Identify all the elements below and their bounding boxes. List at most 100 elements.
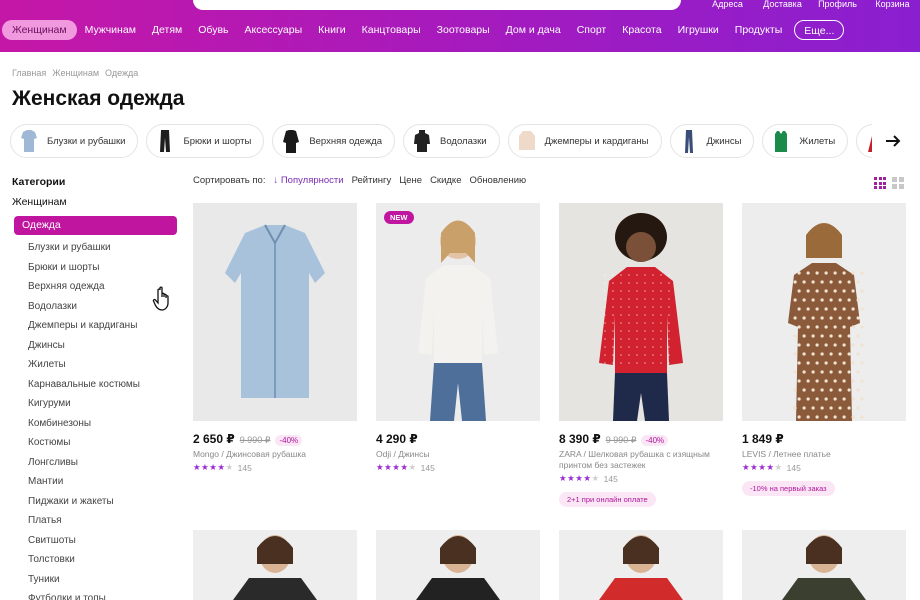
sort-option-price[interactable]: Цене — [399, 175, 422, 186]
sidebar-item[interactable]: Футболки и топы — [12, 589, 182, 600]
sidebar-item[interactable]: Карнавальные костюмы — [12, 375, 182, 395]
review-count: 145 — [420, 462, 435, 473]
product-photo-icon — [418, 220, 498, 421]
top-link-profile[interactable]: Профиль — [810, 0, 865, 9]
sidebar-item[interactable]: Джинсы — [12, 336, 182, 356]
sidebar-item[interactable]: Джемперы и кардиганы — [12, 316, 182, 336]
category-chip[interactable]: Джемперы и кардиганы — [507, 124, 662, 158]
rating-stars-icon: ★★★★★ — [742, 462, 783, 472]
promo-badge: -10% на первый заказ — [742, 481, 835, 496]
sidebar-item[interactable]: Жилеты — [12, 355, 182, 375]
nav-item[interactable]: Игрушки — [670, 20, 727, 40]
product-card[interactable]: 8 390 ₽ 9 990 ₽ -40% ZARA / Шелковая рубашк… — [559, 203, 723, 507]
product-photo-icon — [225, 224, 325, 398]
product-name[interactable]: ZARA / Шелковая рубашка с изящным принто… — [559, 449, 723, 471]
sort-option-rating[interactable]: Рейтингу — [352, 175, 392, 186]
category-chip[interactable]: Джинсы — [669, 124, 755, 158]
view-toggle — [874, 177, 904, 189]
chip-thumbnail-icon — [518, 131, 535, 150]
nav-item[interactable]: Зоотовары — [429, 20, 498, 40]
price-row: 8 390 ₽ 9 990 ₽ -40% — [559, 432, 723, 446]
nav-item[interactable]: Книги — [310, 20, 353, 40]
sidebar-item[interactable]: Блузки и рубашки — [12, 238, 182, 258]
product-image[interactable] — [193, 203, 357, 421]
chip-thumbnail-icon — [684, 130, 693, 153]
sidebar-item[interactable]: Мантии — [12, 472, 182, 492]
category-chip[interactable]: Брюки и шорты — [146, 124, 265, 158]
nav-item[interactable]: Аксессуары — [237, 20, 311, 40]
product-image[interactable] — [559, 203, 723, 421]
sidebar: Категории Женщинам Одежда Блузки и рубаш… — [12, 176, 182, 600]
review-count: 145 — [603, 473, 618, 484]
product-photo-icon — [782, 535, 866, 600]
top-link-addresses[interactable]: Адреса — [700, 0, 755, 9]
sidebar-item[interactable]: Пиджаки и жакеты — [12, 492, 182, 512]
nav-item[interactable]: Дом и дача — [498, 20, 569, 40]
product-card[interactable]: NEW 4 290 ₽ Odji / Джинсы ★★★★★ 145 — [376, 203, 540, 473]
chips-next-arrow-icon[interactable] — [872, 124, 914, 158]
sort-option-update[interactable]: Обновлению — [469, 175, 526, 186]
breadcrumb-item[interactable]: Одежда — [105, 68, 138, 78]
rating-stars-icon: ★★★★★ — [376, 462, 417, 472]
product-card[interactable] — [559, 530, 723, 600]
sidebar-item[interactable]: Лонгсливы — [12, 453, 182, 473]
product-photo-icon — [233, 535, 317, 600]
category-chip[interactable]: Жилеты — [762, 124, 849, 158]
rating: ★★★★★ 145 — [559, 473, 723, 484]
rating: ★★★★★ 145 — [376, 462, 540, 473]
nav-item[interactable]: Красота — [614, 20, 669, 40]
chip-label: Брюки и шорты — [183, 135, 252, 147]
sidebar-item[interactable]: Комбинезоны — [12, 414, 182, 434]
nav-item[interactable]: Детям — [144, 20, 190, 40]
nav-item[interactable]: Продукты — [727, 20, 790, 40]
sidebar-item[interactable]: Брюки и шорты — [12, 258, 182, 278]
chip-label: Жилеты — [799, 135, 836, 147]
nav-item[interactable]: Спорт — [569, 20, 615, 40]
sidebar-item[interactable]: Толстовки — [12, 550, 182, 570]
sort-option-popularity[interactable]: ↓ Популярности — [273, 175, 343, 186]
chip-thumbnail-icon — [283, 130, 300, 153]
grid-small-icon[interactable] — [874, 177, 886, 189]
grid-large-icon[interactable] — [892, 177, 904, 189]
category-chip[interactable]: Верхняя одежда — [272, 124, 396, 158]
sort-option-discount[interactable]: Скидке — [430, 175, 461, 186]
breadcrumb-item[interactable]: Главная — [12, 68, 46, 78]
breadcrumb-item[interactable]: Женщинам — [52, 68, 99, 78]
chip-thumbnail-icon — [21, 130, 37, 152]
category-chip[interactable]: Блузки и рубашки — [10, 124, 139, 158]
sidebar-item[interactable]: Костюмы — [12, 433, 182, 453]
sidebar-item[interactable]: Туники — [12, 570, 182, 590]
sidebar-item[interactable]: Платья — [12, 511, 182, 531]
nav-item[interactable]: Обувь — [190, 20, 236, 40]
rating: ★★★★★ 145 — [742, 462, 906, 473]
search-input[interactable] — [193, 0, 681, 10]
category-chip[interactable]: Водолазки — [403, 124, 500, 158]
chip-thumbnail-icon — [414, 130, 431, 152]
top-link-cart[interactable]: Корзина — [865, 0, 920, 9]
discount-badge: -40% — [641, 435, 669, 446]
product-name[interactable]: LEVIS / Летнее платье — [742, 449, 906, 460]
sidebar-subheading[interactable]: Женщинам — [12, 196, 182, 210]
product-card[interactable]: 1 849 ₽ LEVIS / Летнее платье ★★★★★ 145 -10%… — [742, 203, 906, 496]
product-image[interactable]: NEW — [376, 203, 540, 421]
top-link-delivery[interactable]: Доставка — [755, 0, 810, 9]
product-card[interactable] — [742, 530, 906, 600]
sidebar-item[interactable]: Свитшоты — [12, 531, 182, 551]
product-name[interactable]: Odji / Джинсы — [376, 449, 540, 460]
nav-item[interactable]: Канцтовары — [354, 20, 429, 40]
product-name[interactable]: Mongo / Джинсовая рубашка — [193, 449, 357, 460]
nav-item[interactable]: Еще... — [794, 20, 845, 40]
nav-item[interactable]: Мужчинам — [77, 20, 144, 40]
product-card[interactable] — [193, 530, 357, 600]
chip-thumbnail-icon — [775, 131, 788, 152]
sidebar-item[interactable]: Кигуруми — [12, 394, 182, 414]
product-card[interactable] — [376, 530, 540, 600]
old-price: 9 990 ₽ — [605, 435, 637, 445]
product-image[interactable] — [742, 203, 906, 421]
sidebar-item-active[interactable]: Одежда — [14, 216, 177, 235]
product-photo-icon — [599, 213, 683, 421]
product-card[interactable]: 2 650 ₽ 9 990 ₽ -40% Mongo / Джинсовая руба… — [193, 203, 357, 473]
top-header: Адреса Доставка Профиль Корзина Женщинам… — [0, 0, 920, 52]
nav-item[interactable]: Женщинам — [2, 20, 77, 40]
top-links: Адреса Доставка Профиль Корзина — [700, 0, 920, 9]
